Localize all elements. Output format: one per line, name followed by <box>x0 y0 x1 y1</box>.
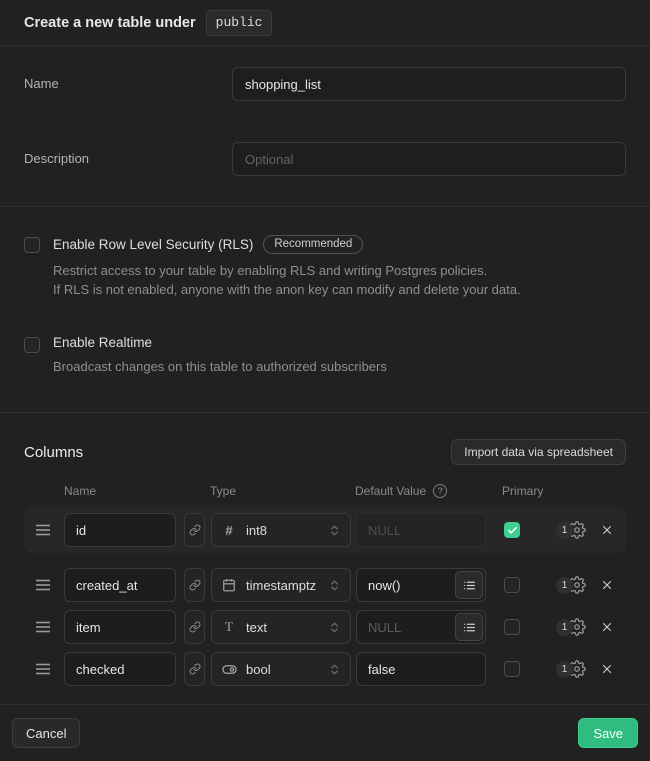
toggle-icon <box>221 662 237 677</box>
recommended-badge: Recommended <box>263 235 363 254</box>
settings-count-badge: 1 <box>556 661 573 678</box>
default-suggestions-icon[interactable] <box>455 571 483 599</box>
drag-handle-icon[interactable] <box>36 524 50 536</box>
column-name-input[interactable] <box>64 513 176 547</box>
rls-description: Restrict access to your table by enablin… <box>53 261 521 299</box>
realtime-option: Enable Realtime Broadcast changes on thi… <box>24 335 626 376</box>
remove-column-icon[interactable] <box>598 576 616 594</box>
rls-option: Enable Row Level Security (RLS) Recommen… <box>24 235 626 299</box>
foreign-key-link-icon[interactable] <box>184 610 205 644</box>
calendar-icon <box>221 578 237 592</box>
remove-column-icon[interactable] <box>598 618 616 636</box>
settings-count-badge: 1 <box>556 619 573 636</box>
realtime-description: Broadcast changes on this table to autho… <box>53 357 387 376</box>
column-type-select[interactable]: # int8 <box>211 513 351 547</box>
text-icon: T <box>221 619 237 635</box>
cancel-button[interactable]: Cancel <box>12 718 80 748</box>
columns-section: Columns Import data via spreadsheet Name… <box>0 413 650 693</box>
column-settings-button[interactable]: 1 <box>556 618 586 636</box>
description-field-label: Description <box>24 142 232 166</box>
column-header-default: Default Value ? <box>355 484 502 498</box>
dialog-header: Create a new table under public <box>0 0 650 46</box>
column-settings-button[interactable]: 1 <box>556 521 586 539</box>
column-default-input <box>356 513 486 547</box>
realtime-label: Enable Realtime <box>53 335 152 350</box>
import-spreadsheet-button[interactable]: Import data via spreadsheet <box>451 439 626 465</box>
column-settings-button[interactable]: 1 <box>556 576 586 594</box>
table-description-input[interactable] <box>232 142 626 176</box>
column-type-select[interactable]: T text <box>211 610 351 644</box>
dialog-title: Create a new table under <box>24 15 196 31</box>
primary-checkbox[interactable] <box>504 619 520 635</box>
foreign-key-link-icon[interactable] <box>184 513 205 547</box>
hash-icon: # <box>221 523 237 538</box>
name-field-row: Name <box>24 67 626 101</box>
chevron-up-down-icon <box>328 663 341 676</box>
foreign-key-link-icon[interactable] <box>184 652 205 686</box>
create-table-dialog: Create a new table under public Name Des… <box>0 0 650 761</box>
rls-checkbox[interactable] <box>24 237 40 253</box>
remove-column-icon[interactable] <box>598 521 616 539</box>
column-row-id: # int8 1 <box>24 507 626 553</box>
remove-column-icon[interactable] <box>598 660 616 678</box>
column-default-input[interactable] <box>356 652 486 686</box>
column-row-created-at: timestamptz 1 <box>24 567 626 603</box>
realtime-option-content: Enable Realtime Broadcast changes on thi… <box>53 335 387 376</box>
column-header-name: Name <box>64 484 210 498</box>
table-fields-section: Name Description <box>0 46 650 206</box>
primary-checkbox[interactable] <box>504 522 520 538</box>
description-field-row: Description <box>24 142 626 176</box>
name-field-label: Name <box>24 67 232 91</box>
column-name-input[interactable] <box>64 652 176 686</box>
rls-label: Enable Row Level Security (RLS) <box>53 237 253 252</box>
save-button[interactable]: Save <box>578 718 638 748</box>
default-suggestions-icon[interactable] <box>455 613 483 641</box>
settings-count-badge: 1 <box>556 577 573 594</box>
rls-option-content: Enable Row Level Security (RLS) Recommen… <box>53 235 521 299</box>
columns-header-row: Name Type Default Value ? Primary <box>24 484 626 498</box>
settings-count-badge: 1 <box>556 522 573 539</box>
foreign-key-link-icon[interactable] <box>184 568 205 602</box>
drag-handle-icon[interactable] <box>36 663 50 675</box>
column-name-input[interactable] <box>64 568 176 602</box>
drag-handle-icon[interactable] <box>36 621 50 633</box>
table-name-input[interactable] <box>232 67 626 101</box>
column-settings-button[interactable]: 1 <box>556 660 586 678</box>
primary-checkbox[interactable] <box>504 577 520 593</box>
column-header-type: Type <box>210 484 355 498</box>
help-icon[interactable]: ? <box>433 484 447 498</box>
schema-name-chip: public <box>206 10 273 36</box>
chevron-up-down-icon <box>328 621 341 634</box>
column-type-select[interactable]: timestamptz <box>211 568 351 602</box>
dialog-footer: Cancel Save <box>0 704 650 761</box>
columns-title: Columns <box>24 444 83 461</box>
table-options-section: Enable Row Level Security (RLS) Recommen… <box>0 207 650 412</box>
column-type-select[interactable]: bool <box>211 652 351 686</box>
chevron-up-down-icon <box>328 524 341 537</box>
column-row-checked: bool 1 <box>24 651 626 687</box>
column-header-primary: Primary <box>502 484 543 498</box>
realtime-checkbox[interactable] <box>24 337 40 353</box>
column-row-item: T text 1 <box>24 609 626 645</box>
column-name-input[interactable] <box>64 610 176 644</box>
primary-checkbox[interactable] <box>504 661 520 677</box>
drag-handle-icon[interactable] <box>36 579 50 591</box>
chevron-up-down-icon <box>328 579 341 592</box>
